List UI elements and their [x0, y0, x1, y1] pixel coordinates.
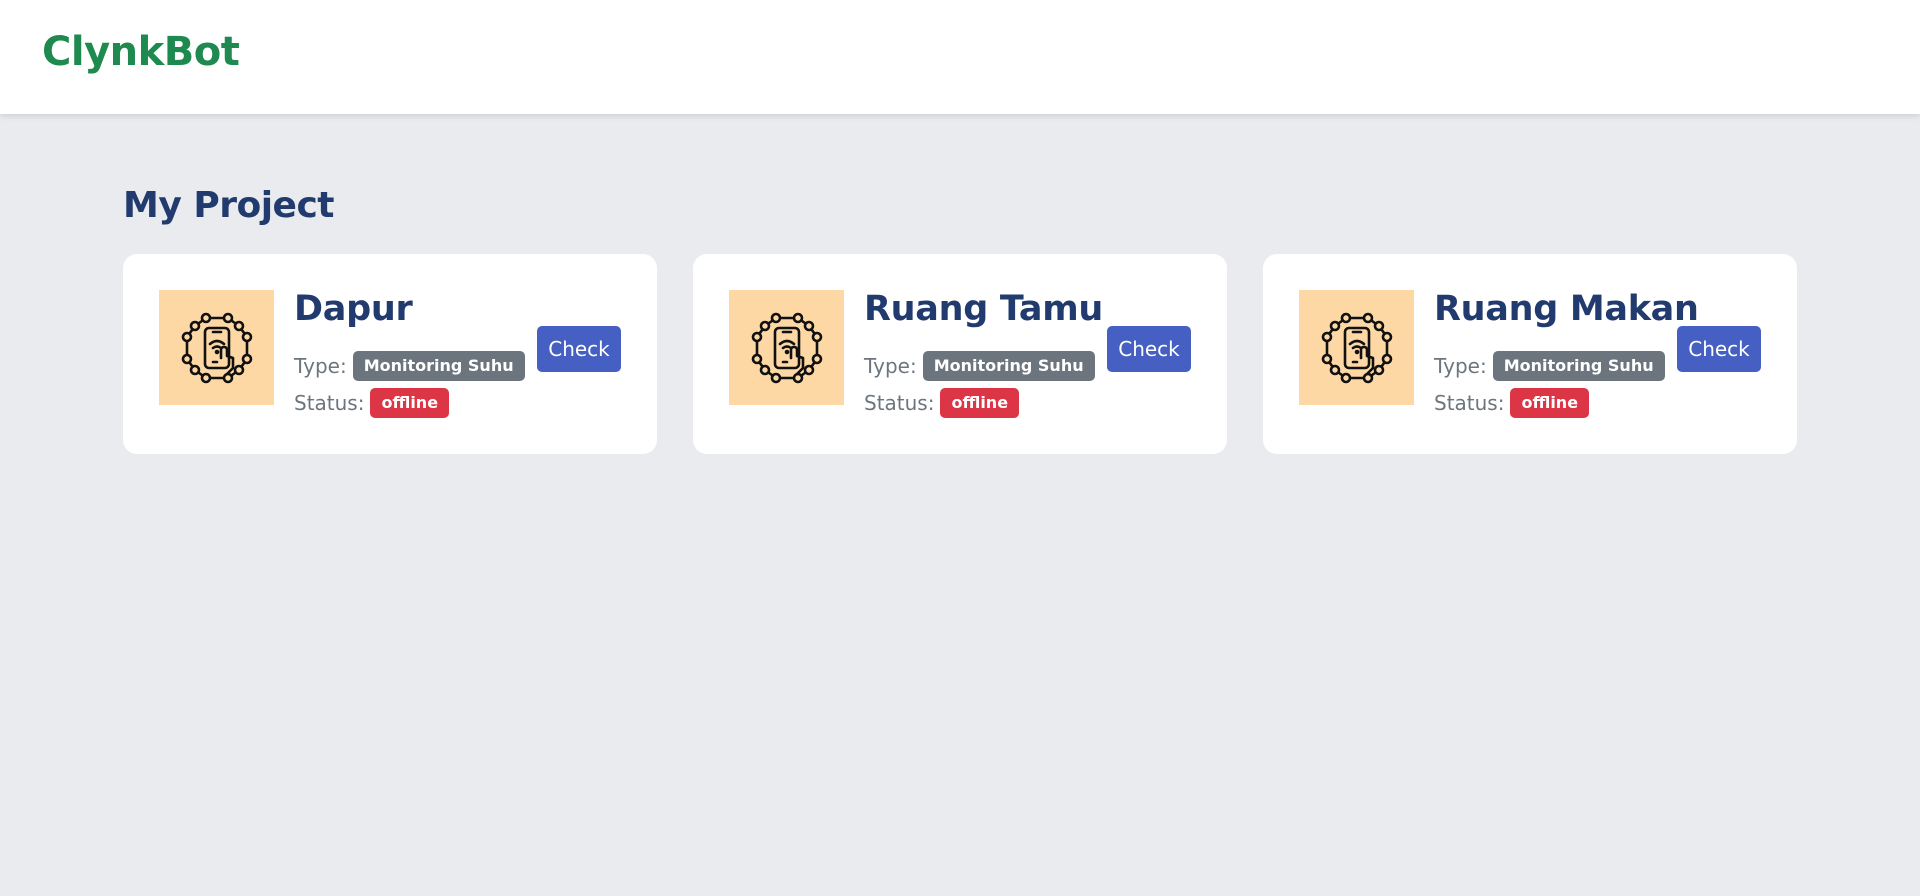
project-card: Dapur Type: Monitoring Suhu Status: offl…: [123, 254, 657, 454]
iot-smartphone-network-icon: [751, 312, 822, 383]
project-list: Dapur Type: Monitoring Suhu Status: offl…: [123, 254, 1798, 454]
iot-smartphone-network-icon: [181, 312, 252, 383]
status-label: Status:: [864, 391, 935, 415]
status-label: Status:: [1434, 391, 1505, 415]
type-badge: Monitoring Suhu: [922, 351, 1095, 381]
project-name: Dapur: [294, 289, 413, 329]
status-badge: offline: [370, 388, 450, 418]
type-badge: Monitoring Suhu: [1492, 351, 1665, 381]
page-title: My Project: [123, 185, 335, 226]
status-label: Status:: [294, 391, 365, 415]
status-badge: offline: [940, 388, 1020, 418]
project-name: Ruang Makan: [1434, 289, 1699, 329]
project-status-row: Status: offline: [294, 388, 450, 418]
status-badge: offline: [1510, 388, 1590, 418]
project-status-row: Status: offline: [1434, 388, 1590, 418]
check-button[interactable]: Check: [537, 326, 621, 372]
project-thumbnail: [159, 290, 274, 405]
project-name: Ruang Tamu: [864, 289, 1104, 329]
project-type-row: Type: Monitoring Suhu: [294, 351, 525, 381]
type-label: Type:: [294, 354, 347, 378]
check-button[interactable]: Check: [1677, 326, 1761, 372]
project-type-row: Type: Monitoring Suhu: [1434, 351, 1665, 381]
project-card: Ruang Makan Type: Monitoring Suhu Status…: [1263, 254, 1797, 454]
project-status-row: Status: offline: [864, 388, 1020, 418]
project-type-row: Type: Monitoring Suhu: [864, 351, 1095, 381]
type-label: Type:: [1434, 354, 1487, 378]
project-thumbnail: [1299, 290, 1414, 405]
type-badge: Monitoring Suhu: [352, 351, 525, 381]
brand-logo[interactable]: ClynkBot: [42, 28, 240, 76]
check-button[interactable]: Check: [1107, 326, 1191, 372]
project-card: Ruang Tamu Type: Monitoring Suhu Status:…: [693, 254, 1227, 454]
project-thumbnail: [729, 290, 844, 405]
type-label: Type:: [864, 354, 917, 378]
navbar: ClynkBot: [0, 0, 1920, 114]
iot-smartphone-network-icon: [1321, 312, 1392, 383]
